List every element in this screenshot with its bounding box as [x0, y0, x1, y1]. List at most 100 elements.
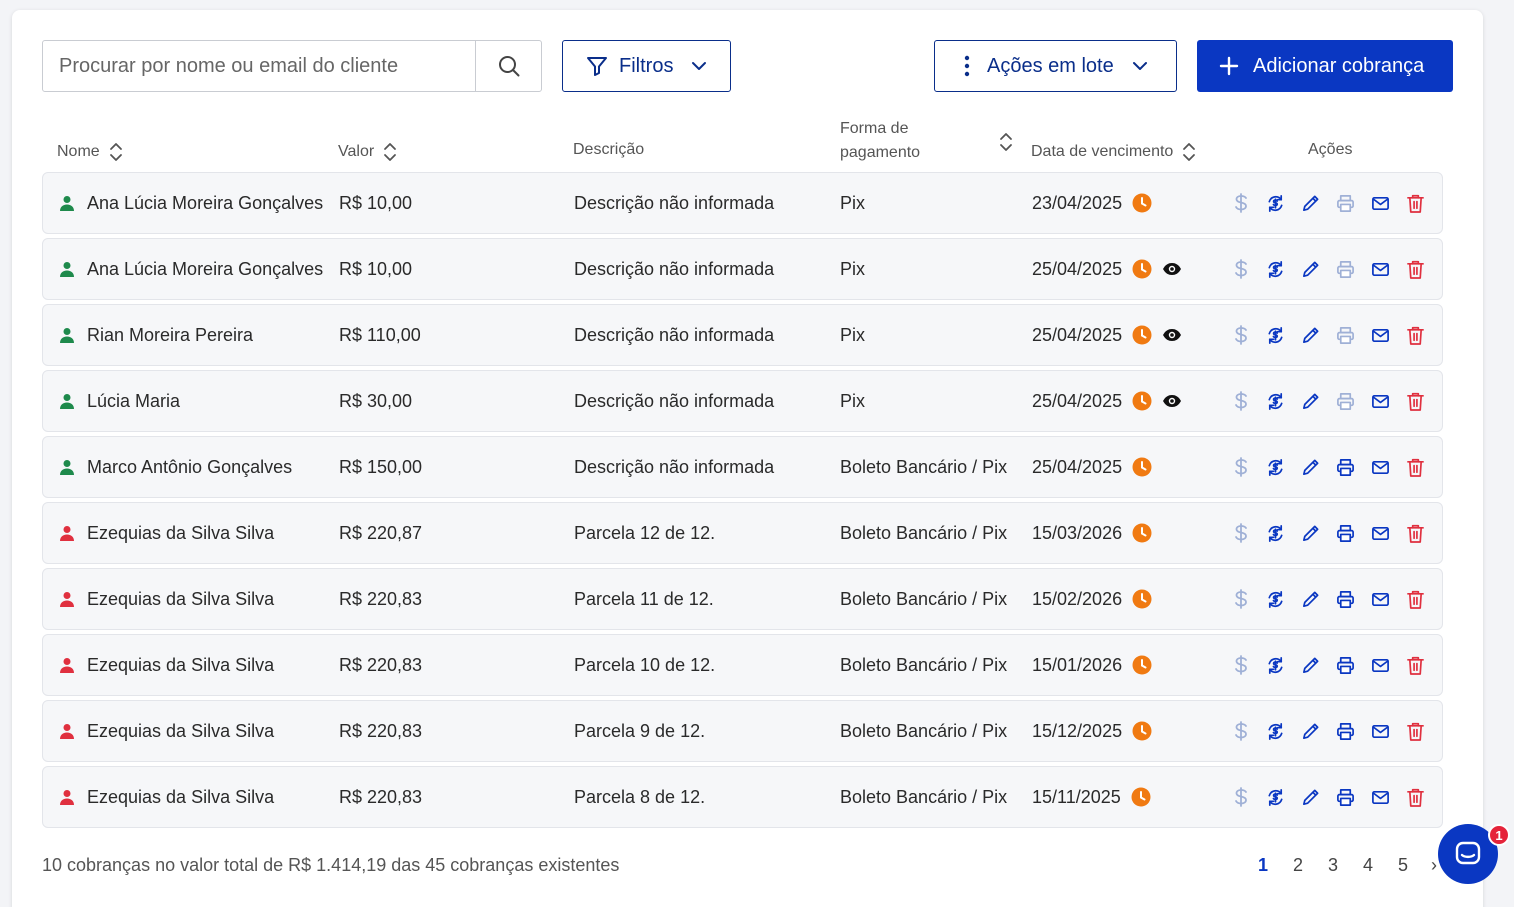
clock-icon	[1132, 193, 1152, 213]
refresh-dollar-icon[interactable]	[1266, 656, 1285, 675]
mail-icon[interactable]	[1371, 656, 1390, 675]
trash-icon[interactable]	[1406, 524, 1425, 543]
print-icon[interactable]	[1336, 260, 1355, 279]
row-actions	[1231, 635, 1425, 695]
filters-button[interactable]: Filtros	[562, 40, 731, 92]
client-cell: Ezequias da Silva Silva	[59, 569, 274, 629]
edit-icon[interactable]	[1301, 194, 1320, 213]
refresh-dollar-icon[interactable]	[1266, 524, 1285, 543]
edit-icon[interactable]	[1301, 722, 1320, 741]
refresh-dollar-icon[interactable]	[1266, 326, 1285, 345]
due-date-cell: 15/01/2026	[1032, 635, 1152, 695]
dollar-icon[interactable]	[1231, 325, 1250, 345]
print-icon[interactable]	[1336, 590, 1355, 609]
refresh-dollar-icon[interactable]	[1266, 260, 1285, 279]
sort-icon[interactable]	[998, 131, 1014, 153]
due-date: 25/04/2025	[1032, 324, 1123, 345]
edit-icon[interactable]	[1301, 260, 1320, 279]
column-header-due-date[interactable]: Data de vencimento	[1031, 141, 1197, 163]
table-row: Ezequias da Silva Silva R$ 220,83 Parcel…	[42, 766, 1443, 828]
search-input[interactable]	[43, 41, 475, 91]
client-name: Ezequias da Silva Silva	[87, 522, 275, 543]
user-icon	[59, 657, 75, 673]
due-date: 25/04/2025	[1032, 456, 1123, 477]
charge-description: Descrição não informada	[574, 456, 775, 477]
due-date: 15/12/2025	[1032, 720, 1123, 741]
mail-icon[interactable]	[1371, 722, 1390, 741]
page-link[interactable]: 5	[1392, 855, 1427, 876]
edit-icon[interactable]	[1301, 524, 1320, 543]
mail-icon[interactable]	[1371, 260, 1390, 279]
add-charge-button[interactable]: Adicionar cobrança	[1197, 40, 1453, 92]
charge-description: Descrição não informada	[574, 258, 775, 279]
print-icon[interactable]	[1336, 194, 1355, 213]
dollar-icon[interactable]	[1231, 787, 1250, 807]
plus-icon	[1219, 56, 1239, 76]
trash-icon[interactable]	[1406, 788, 1425, 807]
mail-icon[interactable]	[1371, 458, 1390, 477]
row-actions	[1231, 305, 1425, 365]
charge-description: Descrição não informada	[574, 192, 775, 213]
dollar-icon[interactable]	[1231, 721, 1250, 741]
page-link[interactable]: 3	[1322, 855, 1357, 876]
dollar-icon[interactable]	[1231, 391, 1250, 411]
trash-icon[interactable]	[1406, 326, 1425, 345]
column-header-payment[interactable]: Forma de pagamento	[840, 117, 920, 165]
mail-icon[interactable]	[1371, 326, 1390, 345]
edit-icon[interactable]	[1301, 656, 1320, 675]
edit-icon[interactable]	[1301, 458, 1320, 477]
print-icon[interactable]	[1336, 524, 1355, 543]
column-header-value-label: Valor	[338, 143, 375, 160]
trash-icon[interactable]	[1406, 458, 1425, 477]
refresh-dollar-icon[interactable]	[1266, 590, 1285, 609]
mail-icon[interactable]	[1371, 788, 1390, 807]
mail-icon[interactable]	[1371, 392, 1390, 411]
refresh-dollar-icon[interactable]	[1266, 722, 1285, 741]
trash-icon[interactable]	[1406, 722, 1425, 741]
print-icon[interactable]	[1336, 392, 1355, 411]
search-box	[42, 40, 542, 92]
mail-icon[interactable]	[1371, 590, 1390, 609]
refresh-dollar-icon[interactable]	[1266, 392, 1285, 411]
dollar-icon[interactable]	[1231, 523, 1250, 543]
mail-icon[interactable]	[1371, 524, 1390, 543]
refresh-dollar-icon[interactable]	[1266, 458, 1285, 477]
print-icon[interactable]	[1336, 656, 1355, 675]
edit-icon[interactable]	[1301, 788, 1320, 807]
batch-actions-button[interactable]: Ações em lote	[934, 40, 1177, 92]
filters-label: Filtros	[619, 54, 674, 77]
trash-icon[interactable]	[1406, 590, 1425, 609]
print-icon[interactable]	[1336, 326, 1355, 345]
chat-icon	[1455, 841, 1481, 865]
page-link[interactable]: 1	[1252, 855, 1287, 876]
edit-icon[interactable]	[1301, 392, 1320, 411]
dollar-icon[interactable]	[1231, 193, 1250, 213]
dollar-icon[interactable]	[1231, 655, 1250, 675]
client-name: Marco Antônio Gonçalves	[87, 456, 293, 477]
page-link[interactable]: 4	[1357, 855, 1392, 876]
print-icon[interactable]	[1336, 788, 1355, 807]
page-link[interactable]: 2	[1287, 855, 1322, 876]
column-header-value[interactable]: Valor	[338, 141, 398, 163]
trash-icon[interactable]	[1406, 260, 1425, 279]
print-icon[interactable]	[1336, 722, 1355, 741]
column-header-name[interactable]: Nome	[57, 141, 124, 163]
trash-icon[interactable]	[1406, 194, 1425, 213]
refresh-dollar-icon[interactable]	[1266, 788, 1285, 807]
dollar-icon[interactable]	[1231, 457, 1250, 477]
due-date-cell: 15/02/2026	[1032, 569, 1152, 629]
trash-icon[interactable]	[1406, 656, 1425, 675]
charge-description: Parcela 11 de 12.	[574, 588, 714, 609]
clock-icon	[1132, 655, 1152, 675]
dollar-icon[interactable]	[1231, 589, 1250, 609]
charge-value: R$ 220,83	[339, 786, 423, 807]
due-date-cell: 15/03/2026	[1032, 503, 1152, 563]
trash-icon[interactable]	[1406, 392, 1425, 411]
dollar-icon[interactable]	[1231, 259, 1250, 279]
print-icon[interactable]	[1336, 458, 1355, 477]
mail-icon[interactable]	[1371, 194, 1390, 213]
search-button[interactable]	[475, 41, 541, 91]
edit-icon[interactable]	[1301, 590, 1320, 609]
refresh-dollar-icon[interactable]	[1266, 194, 1285, 213]
edit-icon[interactable]	[1301, 326, 1320, 345]
